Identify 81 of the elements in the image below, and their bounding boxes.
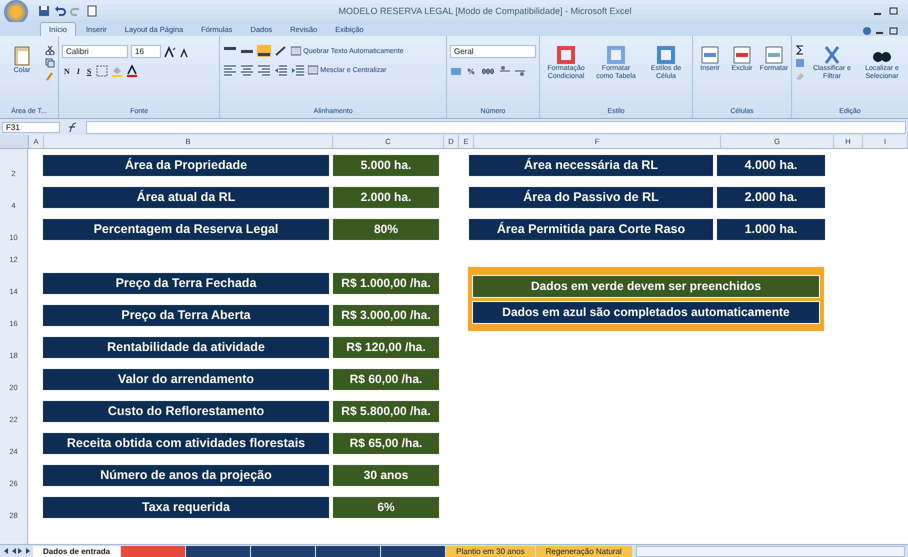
cells-icon — [764, 45, 784, 65]
style-icon — [655, 45, 677, 65]
window-title: MODELO RESERVA LEGAL [Modo de Compatibilidade] - Microsoft Excel — [338, 6, 632, 16]
style-icon — [555, 45, 577, 65]
save-icon[interactable] — [38, 5, 50, 17]
office-button[interactable] — [4, 0, 28, 24]
copy-icon[interactable] — [45, 58, 55, 68]
restore-icon[interactable] — [888, 26, 900, 36]
percent-button[interactable]: % — [465, 66, 477, 76]
scissors-icon[interactable] — [45, 45, 55, 55]
formula-field[interactable] — [86, 120, 906, 134]
wrap-text-icon — [291, 46, 302, 56]
sum-icon[interactable] — [795, 45, 805, 55]
value-cell[interactable]: R$ 65,00 /ha. — [332, 432, 440, 454]
label-cell: Taxa requerida — [42, 496, 330, 518]
align-right-icon[interactable] — [257, 64, 272, 76]
align-left-icon[interactable] — [223, 64, 238, 76]
increase-indent-icon[interactable] — [291, 64, 306, 76]
cells-icon — [700, 45, 720, 65]
sheet-tab[interactable]: Regeneração Natural — [536, 546, 632, 556]
label-cell: Preço da Terra Aberta — [42, 304, 330, 326]
decrease-indent-icon[interactable] — [274, 64, 288, 76]
sheet-tab[interactable]: Plantio em 30 anos — [446, 546, 535, 556]
sheet-tab[interactable] — [381, 546, 446, 556]
value-cell[interactable]: 6% — [332, 496, 440, 518]
value-cell: 2.000 ha. — [716, 186, 826, 208]
label-cell: Número de anos da projeção — [42, 464, 330, 486]
label-cell: Receita obtida com atividades florestais — [42, 432, 330, 454]
label-cell: Área do Passivo de RL — [468, 186, 714, 208]
align-center-icon[interactable] — [240, 64, 254, 76]
legend-cell: Dados em verde devem ser preenchidos — [472, 274, 820, 298]
orientation-icon[interactable] — [274, 45, 288, 57]
label-cell: Área da Propriedade — [42, 154, 330, 176]
value-cell[interactable]: R$ 120,00 /ha. — [332, 336, 440, 358]
style-icon — [605, 45, 627, 65]
font-size-field[interactable]: 16 — [131, 45, 161, 58]
cells-icon — [732, 45, 752, 65]
label-cell: Preço da Terra Fechada — [42, 272, 330, 294]
sort-icon — [822, 45, 842, 65]
italic-button[interactable]: I — [74, 66, 82, 76]
fill-color-icon[interactable] — [111, 65, 124, 77]
grow-font-icon[interactable] — [164, 46, 176, 58]
maximize-icon[interactable] — [888, 6, 900, 16]
undo-icon[interactable] — [54, 5, 66, 17]
value-cell[interactable]: R$ 60,00 /ha. — [332, 368, 440, 390]
sheet-tab[interactable] — [251, 546, 316, 556]
font-color-icon[interactable] — [126, 65, 138, 77]
sheet-tab[interactable] — [186, 546, 250, 556]
borders-icon[interactable] — [96, 65, 108, 77]
label-cell: Valor do arrendamento — [42, 368, 330, 390]
value-cell[interactable]: R$ 1.000,00 /ha. — [332, 272, 440, 294]
sheet-tab[interactable] — [316, 546, 380, 556]
align-bottom-icon[interactable] — [257, 45, 272, 57]
number-format-field[interactable]: Geral — [450, 45, 536, 58]
sheet-tab[interactable]: Dados de entrada — [33, 546, 120, 556]
value-cell[interactable]: 5.000 ha. — [332, 154, 440, 176]
name-box[interactable]: F31 — [2, 122, 60, 132]
label-cell: Custo do Reflorestamento — [42, 400, 330, 422]
label-cell: Área necessária da RL — [468, 154, 714, 176]
thousands-button[interactable]: 000 — [480, 66, 496, 76]
value-cell[interactable]: 80% — [332, 218, 440, 240]
value-cell[interactable]: R$ 5.800,00 /ha. — [332, 400, 440, 422]
legend-cell: Dados em azul são completados automaticamente — [472, 300, 820, 324]
sheet-navigation-icon[interactable] — [2, 546, 32, 556]
horizontal-scrollbar[interactable] — [636, 546, 905, 556]
label-cell: Área atual da RL — [42, 186, 330, 208]
new-document-icon[interactable] — [86, 5, 98, 17]
help-icon[interactable] — [862, 26, 872, 36]
label-cell: Percentagem da Reserva Legal — [42, 218, 330, 240]
label-cell: Rentabilidade da atividade — [42, 336, 330, 358]
clipboard-icon — [13, 45, 31, 67]
value-cell: 1.000 ha. — [716, 218, 826, 240]
value-cell[interactable]: 30 anos — [332, 464, 440, 486]
underline-button[interactable]: S — [84, 66, 94, 76]
value-cell[interactable]: R$ 3.000,00 /ha. — [332, 304, 440, 326]
label-cell: Área Permitida para Corte Raso — [468, 218, 714, 240]
merge-cells-icon — [308, 65, 318, 75]
font-name-field[interactable]: Calibri — [62, 45, 128, 58]
value-cell: 4.000 ha. — [716, 154, 826, 176]
bold-button[interactable]: N — [62, 66, 72, 76]
value-cell[interactable]: 2.000 ha. — [332, 186, 440, 208]
